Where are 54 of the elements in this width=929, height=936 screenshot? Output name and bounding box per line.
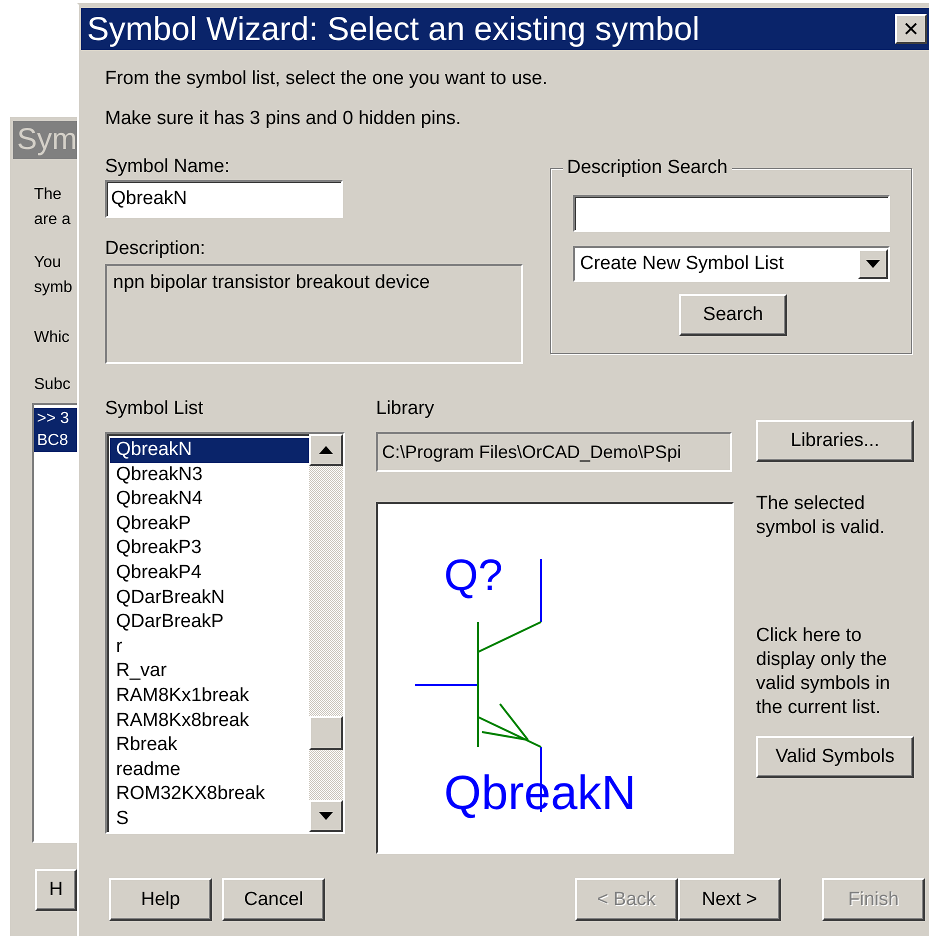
symbol-list-item[interactable]: RAM8Kx8break xyxy=(110,708,309,734)
window-title: Sym xyxy=(13,121,77,159)
partial-button[interactable]: H xyxy=(35,869,77,911)
description-box: npn bipolar transistor breakout device xyxy=(105,264,523,364)
list-label: Subc xyxy=(34,375,70,395)
wizard-button[interactable]: Next > xyxy=(678,878,781,921)
list-dropdown[interactable]: Create New Symbol List xyxy=(573,246,890,282)
scrollbar[interactable] xyxy=(309,434,343,832)
hint-text: Click here to display only the valid symbols in the current list. xyxy=(756,624,892,720)
dialog-text: The xyxy=(34,185,62,205)
symbol-list-item[interactable]: QbreakP3 xyxy=(110,536,309,561)
symbol-list-item[interactable]: r xyxy=(110,634,309,660)
symbol-list-item[interactable]: QbreakP xyxy=(110,512,309,536)
libraries-button[interactable]: Libraries... xyxy=(756,420,914,462)
symbol-list-item[interactable]: RAM8Kx1break xyxy=(110,684,309,709)
wizard-button[interactable]: Cancel xyxy=(222,878,326,921)
symbol-list-item[interactable]: R_var xyxy=(110,659,309,684)
symbol-list-item[interactable]: QDarBreakN xyxy=(110,586,309,610)
list-label: Symbol List xyxy=(105,398,204,420)
field-label: Symbol Name: xyxy=(105,156,230,178)
valid-symbols-button[interactable]: Valid Symbols xyxy=(756,736,914,778)
close-button[interactable]: ✕ xyxy=(895,14,927,44)
dialog-text: symb xyxy=(34,278,72,298)
dialog-text: Whic xyxy=(34,328,70,348)
dialog-text: are a xyxy=(34,210,70,230)
library-path-field[interactable]: C:\Program Files\OrCAD_Demo\PSpi xyxy=(376,432,732,472)
group-title: Description Search xyxy=(563,156,732,180)
reference-label: Q? xyxy=(444,551,503,600)
search-button[interactable]: Search xyxy=(679,294,787,336)
dialog-text: You xyxy=(34,253,61,273)
field-label: Description: xyxy=(105,238,206,260)
scroll-down-icon xyxy=(319,812,333,820)
wizard-button[interactable]: Help xyxy=(109,878,212,921)
search-field[interactable] xyxy=(573,195,890,232)
symbol-list-item[interactable]: S xyxy=(110,806,309,832)
symbol-list-item[interactable]: QbreakP4 xyxy=(110,560,309,586)
scroll-up-icon xyxy=(319,446,333,454)
symbol-list-item[interactable]: readme xyxy=(110,758,309,782)
library-label: Library xyxy=(376,398,436,420)
scrollbar-thumb[interactable] xyxy=(309,716,343,750)
symbol-list-item[interactable]: QDarBreakP xyxy=(110,610,309,635)
symbol-list-item[interactable]: QbreakN3 xyxy=(110,462,309,488)
symbol-name-field[interactable]: QbreakN xyxy=(105,180,343,218)
instruction-text: Make sure it has 3 pins and 0 hidden pins. xyxy=(105,108,462,130)
symbol-list-item[interactable]: QbreakN xyxy=(110,438,309,463)
symbol-list-item[interactable]: Rbreak xyxy=(110,733,309,758)
dropdown-arrow-icon xyxy=(866,260,880,268)
validity-text: The selected symbol is valid. xyxy=(756,492,886,540)
symbol-list-item[interactable]: QbreakN4 xyxy=(110,487,309,512)
symbol-list-item[interactable]: ROM32KX8break xyxy=(110,782,309,807)
instruction-text: From the symbol list, select the one you want to use. xyxy=(105,68,548,90)
list-item[interactable]: >> 3 xyxy=(34,408,77,430)
window-title: Symbol Wizard: Select an existing symbol xyxy=(86,10,700,48)
list-item[interactable]: BC8 xyxy=(34,430,77,452)
